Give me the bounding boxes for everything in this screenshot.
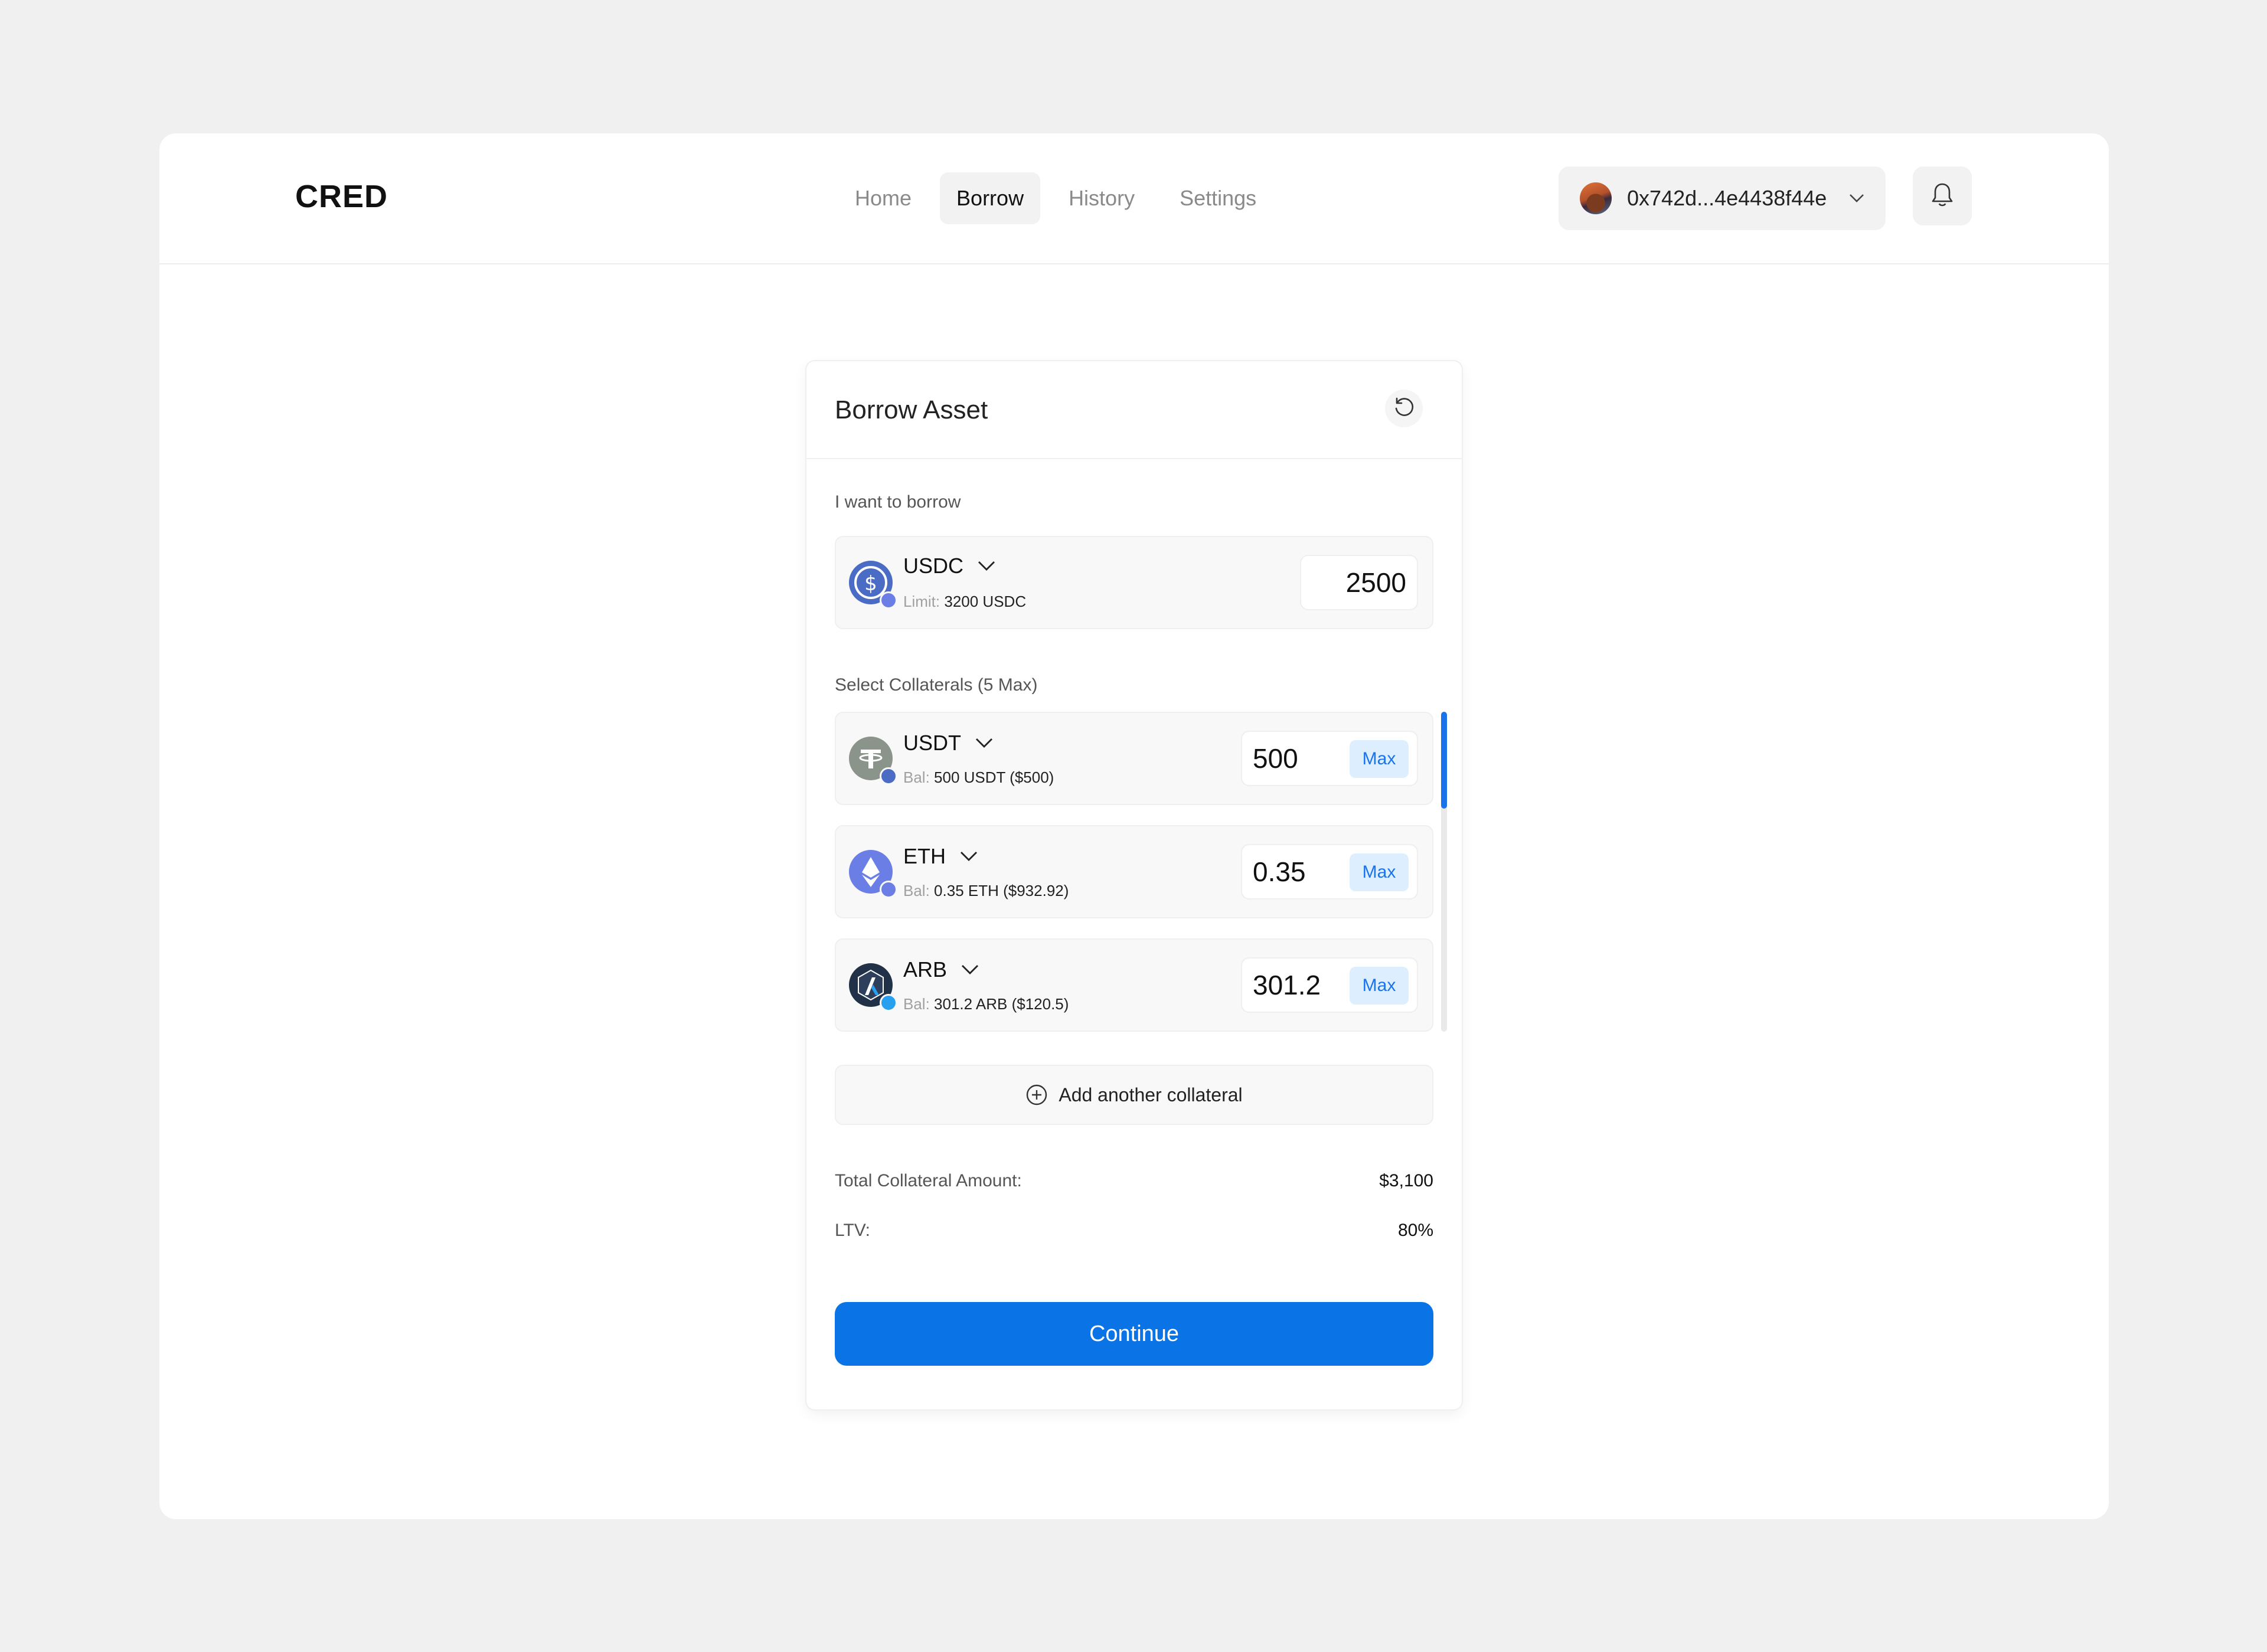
total-collateral-value: $3,100 xyxy=(1379,1171,1433,1190)
balance-value: 0.35 ETH ($932.92) xyxy=(934,882,1069,899)
collateral-amount-value: 0.35 xyxy=(1253,856,1306,887)
ltv-label: LTV: xyxy=(835,1221,871,1240)
avatar xyxy=(1580,182,1612,214)
borrow-limit: Limit: 3200 USDC xyxy=(903,593,1026,611)
collateral-asset-select[interactable]: USDT xyxy=(903,731,993,755)
card-title: Borrow Asset xyxy=(835,395,988,424)
chevron-down-icon xyxy=(961,852,977,861)
max-button[interactable]: Max xyxy=(1350,853,1409,891)
max-button[interactable]: Max xyxy=(1350,740,1409,778)
borrow-asset-select[interactable]: USDC xyxy=(903,554,995,578)
logo: CRED xyxy=(295,179,388,214)
total-collateral-label: Total Collateral Amount: xyxy=(835,1171,1022,1190)
collateral-row-usdt: USDT Bal: 500 USDT ($500) 500 Max xyxy=(835,712,1433,805)
borrow-asset-row: $ USDC Limit: 3200 USDC 2500 xyxy=(835,536,1433,629)
ltv-row: LTV: 80% xyxy=(835,1221,1433,1241)
refresh-icon xyxy=(1392,395,1416,422)
network-badge-icon xyxy=(880,994,897,1012)
bell-icon xyxy=(1930,182,1954,211)
collateral-amount-input[interactable]: 500 Max xyxy=(1241,731,1418,786)
eth-coin-icon xyxy=(849,850,897,898)
borrow-asset-name: USDC xyxy=(903,554,964,578)
collateral-asset-name: ETH xyxy=(903,844,946,868)
collateral-asset-name: USDT xyxy=(903,731,961,755)
network-badge-icon xyxy=(880,767,897,785)
collateral-amount-input[interactable]: 301.2 Max xyxy=(1241,957,1418,1013)
chevron-down-icon xyxy=(976,738,992,748)
chevron-down-icon xyxy=(1849,191,1864,206)
nav-item-settings[interactable]: Settings xyxy=(1163,172,1273,224)
top-header: CRED Home Borrow History Settings 0x742d… xyxy=(159,133,2109,264)
collateral-row-arb: ARB Bal: 301.2 ARB ($120.5) 301.2 Max xyxy=(835,938,1433,1032)
nav-item-borrow[interactable]: Borrow xyxy=(940,172,1041,224)
chevron-down-icon xyxy=(962,965,979,974)
collateral-scrollbar-thumb[interactable] xyxy=(1441,712,1447,809)
balance-value: 500 USDT ($500) xyxy=(934,768,1054,786)
collateral-asset-name: ARB xyxy=(903,957,948,982)
max-button[interactable]: Max xyxy=(1350,967,1409,1005)
refresh-button[interactable] xyxy=(1385,390,1423,427)
nav-item-history[interactable]: History xyxy=(1052,172,1151,224)
svg-text:$: $ xyxy=(864,572,877,596)
arb-coin-icon xyxy=(849,963,897,1012)
wallet-button[interactable]: 0x742d...4e4438f44e xyxy=(1559,166,1886,230)
wallet-address: 0x742d...4e4438f44e xyxy=(1627,186,1827,210)
plus-circle-icon xyxy=(1027,1084,1047,1105)
limit-label: Limit: xyxy=(903,593,940,610)
borrow-label: I want to borrow xyxy=(835,492,961,512)
collateral-amount-value: 301.2 xyxy=(1253,970,1321,1000)
borrow-amount-input[interactable]: 2500 xyxy=(1300,555,1418,610)
borrow-amount-value: 2500 xyxy=(1345,567,1406,598)
balance-value: 301.2 ARB ($120.5) xyxy=(934,995,1069,1013)
continue-button[interactable]: Continue xyxy=(835,1302,1433,1366)
balance-label: Bal: xyxy=(903,882,930,899)
collateral-balance: Bal: 0.35 ETH ($932.92) xyxy=(903,882,1069,900)
total-collateral-row: Total Collateral Amount: $3,100 xyxy=(835,1171,1433,1191)
limit-value: 3200 USDC xyxy=(944,593,1027,610)
collateral-asset-select[interactable]: ARB xyxy=(903,957,979,982)
notifications-button[interactable] xyxy=(1913,166,1972,225)
balance-label: Bal: xyxy=(903,768,930,786)
usdc-coin-icon: $ xyxy=(849,561,897,609)
collateral-balance: Bal: 500 USDT ($500) xyxy=(903,768,1054,787)
nav-item-home[interactable]: Home xyxy=(838,172,928,224)
borrow-card: Borrow Asset I want to borrow $ USDC Lim… xyxy=(806,361,1462,1409)
balance-label: Bal: xyxy=(903,995,930,1013)
collateral-label: Select Collaterals (5 Max) xyxy=(835,675,1038,695)
main-nav: Home Borrow History Settings xyxy=(838,172,1273,224)
network-badge-icon xyxy=(880,881,897,898)
usdt-coin-icon xyxy=(849,737,897,785)
collateral-amount-value: 500 xyxy=(1253,743,1298,774)
collateral-balance: Bal: 301.2 ARB ($120.5) xyxy=(903,995,1069,1013)
add-collateral-label: Add another collateral xyxy=(1059,1084,1243,1105)
collateral-row-eth: ETH Bal: 0.35 ETH ($932.92) 0.35 Max xyxy=(835,825,1433,918)
network-badge-icon xyxy=(880,591,897,609)
collateral-asset-select[interactable]: ETH xyxy=(903,844,978,869)
ltv-value: 80% xyxy=(1397,1221,1433,1240)
chevron-down-icon xyxy=(978,561,995,571)
card-header: Borrow Asset xyxy=(806,361,1462,459)
collateral-amount-input[interactable]: 0.35 Max xyxy=(1241,844,1418,899)
add-collateral-button[interactable]: Add another collateral xyxy=(835,1065,1433,1125)
